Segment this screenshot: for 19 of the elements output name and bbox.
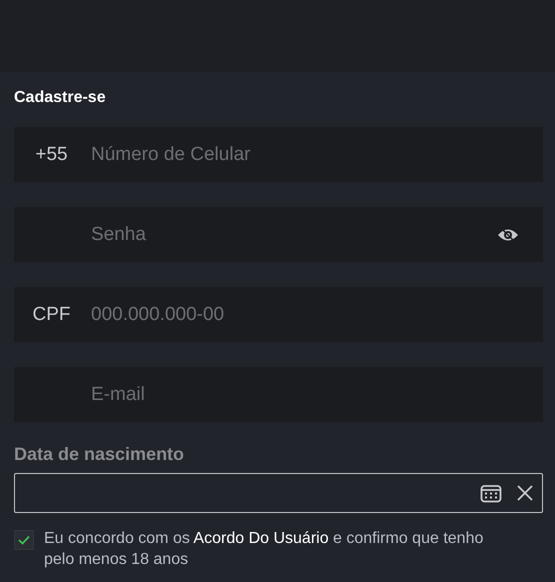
field-prefix: +55 xyxy=(34,144,69,166)
eye-icon[interactable] xyxy=(497,226,519,242)
input-field[interactable]: CPF 000.000.000-00 xyxy=(14,287,543,342)
calendar-icon[interactable] xyxy=(480,483,502,503)
field-label: Data de nascimento xyxy=(14,444,186,465)
password-field[interactable]: Senha xyxy=(14,207,543,262)
input-field[interactable]: +55 Número de Celular xyxy=(14,127,543,182)
field-prefix: CPF xyxy=(32,304,72,326)
text-input[interactable]: E-mail xyxy=(89,382,519,406)
check-icon xyxy=(18,535,30,545)
form-title: Cadastre-se xyxy=(14,89,107,107)
input-field[interactable]: E-mail xyxy=(14,367,543,422)
text-input[interactable]: 000.000.000-00 xyxy=(89,302,519,326)
agreement-text: Eu concordo com os Acordo Do Usuário e confirmo que tenho pelo menos 18 anos xyxy=(44,529,484,570)
checkbox[interactable] xyxy=(14,530,34,550)
date-field[interactable] xyxy=(14,473,543,513)
text-input[interactable]: Número de Celular xyxy=(89,142,519,166)
agreement-link[interactable]: Acordo Do Usuário xyxy=(193,530,329,547)
text-input[interactable]: Senha xyxy=(89,222,497,246)
